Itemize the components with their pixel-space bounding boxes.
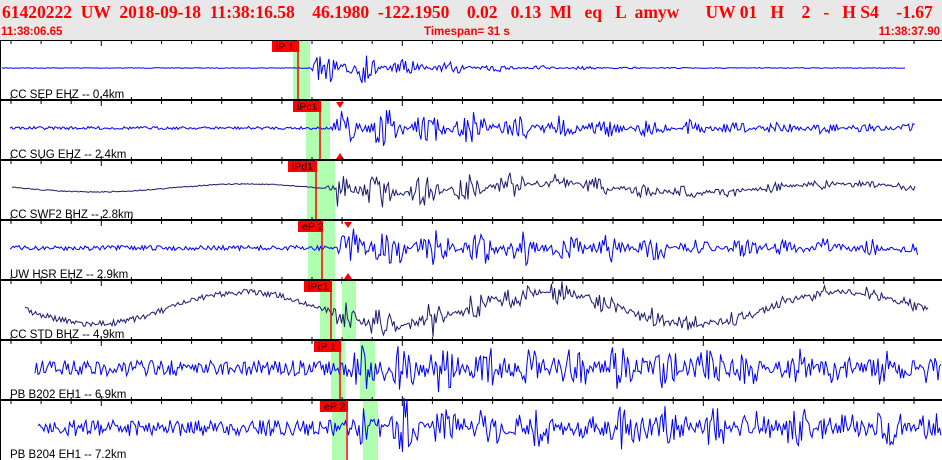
seismogram-panels[interactable]: iP 1CC SEP EHZ -- 0.4kmiPc1CC SUG EHZ --…	[0, 40, 942, 460]
pick-label: iPc1	[297, 101, 318, 113]
waveform-trace	[9, 228, 918, 267]
pick-label: eP 2	[324, 401, 346, 413]
pick-label: iPc1	[308, 281, 329, 293]
triangle-down-icon	[336, 102, 344, 108]
event-header: 61420222 UW 2018-09-18 11:38:16.58 46.19…	[0, 0, 942, 40]
timespan: Timespan= 31 s	[424, 26, 510, 38]
triangle-down-icon	[344, 222, 352, 228]
event-summary: 61420222 UW 2018-09-18 11:38:16.58 46.19…	[2, 2, 942, 22]
waveform-trace	[9, 109, 915, 146]
waveform-trace	[24, 281, 929, 337]
waveform-trace	[1, 55, 905, 83]
pick-label: iP 1	[276, 41, 294, 53]
waveform-trace	[34, 345, 942, 393]
start-time: 11:38:06.65	[1, 26, 63, 38]
waveform-trace	[11, 172, 916, 208]
triangle-up-icon	[344, 273, 352, 279]
pick-window	[342, 281, 356, 340]
end-time: 11:38:37.90	[878, 26, 940, 38]
waveform-trace	[37, 397, 942, 452]
triangle-up-icon	[336, 153, 344, 159]
pick-label: iPd1	[292, 161, 313, 173]
pick-label: iP 1	[318, 341, 336, 353]
pick-label: eP 2	[302, 221, 324, 233]
station-label: PB B204 EH1 -- 7.2km	[10, 449, 126, 460]
